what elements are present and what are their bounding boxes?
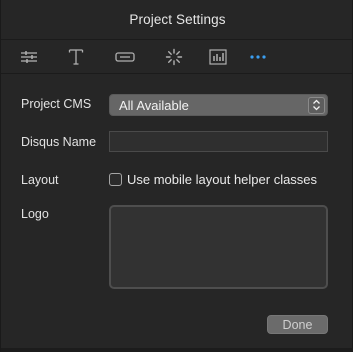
project-settings-window: Project Settings Project CMS All Availab… (0, 0, 353, 352)
project-cms-select[interactable]: All Available (109, 94, 328, 116)
toolbar-divider (1, 73, 353, 74)
chevron-up-down-icon (308, 96, 325, 114)
tab-loading[interactable] (159, 44, 189, 70)
settings-toolbar (1, 40, 353, 73)
tab-buttons[interactable] (110, 44, 140, 70)
tab-more[interactable] (243, 44, 273, 70)
more-dots-icon (249, 54, 267, 60)
mobile-layout-checkbox-label: Use mobile layout helper classes (127, 171, 318, 187)
button-icon (115, 51, 135, 63)
window-title: Project Settings (129, 12, 226, 27)
layout-label: Layout (21, 173, 59, 187)
text-icon (68, 48, 84, 66)
chart-icon (209, 49, 227, 65)
done-button[interactable]: Done (267, 315, 328, 334)
loading-spinner-icon (165, 48, 183, 66)
mobile-layout-option[interactable]: Use mobile layout helper classes (109, 170, 317, 188)
logo-image-well[interactable] (109, 205, 328, 289)
sliders-icon (20, 49, 38, 65)
window-bottom-edge (1, 348, 353, 352)
project-cms-value: All Available (119, 97, 189, 113)
tab-chart[interactable] (203, 44, 233, 70)
disqus-name-label: Disqus Name (21, 135, 97, 149)
logo-label: Logo (21, 207, 49, 221)
project-cms-label: Project CMS (21, 97, 92, 111)
tab-typography[interactable] (61, 44, 91, 70)
mobile-layout-checkbox[interactable] (109, 172, 122, 186)
disqus-name-field[interactable] (109, 131, 328, 152)
tab-sliders[interactable] (14, 44, 44, 70)
